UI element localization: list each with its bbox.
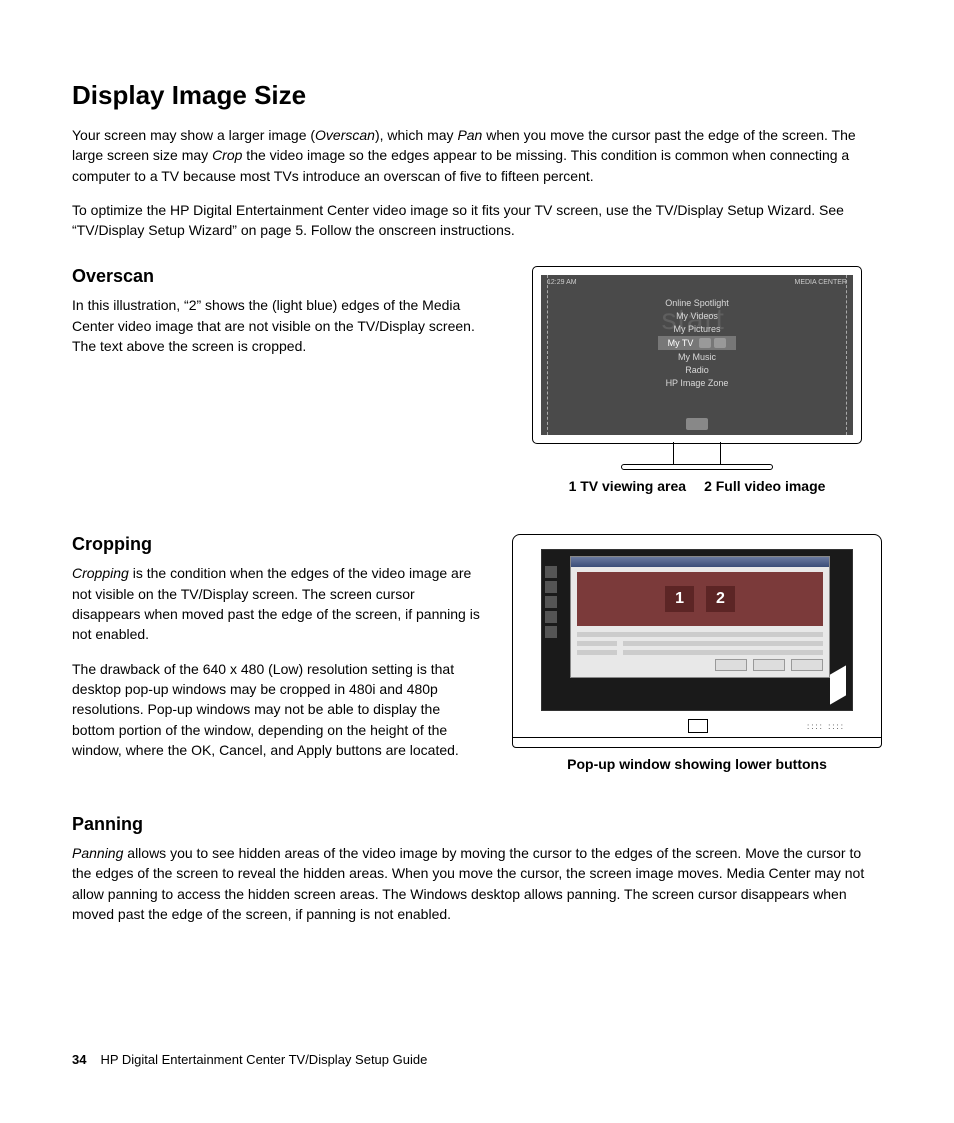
- apply-button: [791, 659, 823, 671]
- tv-icon: [714, 338, 726, 348]
- guide-line: [846, 275, 847, 435]
- menu-item-label: My TV: [668, 338, 694, 348]
- text: Your screen may show a larger image (: [72, 127, 315, 143]
- desktop-icon: [545, 611, 557, 623]
- control-line: [577, 650, 617, 655]
- monitor-neck: [673, 442, 721, 464]
- doc-title: HP Digital Entertainment Center TV/Displ…: [100, 1052, 427, 1067]
- display-preview: 1 2: [577, 572, 823, 626]
- overscan-text: Overscan In this illustration, “2” shows…: [72, 266, 482, 370]
- popup-titlebar: [571, 557, 829, 567]
- intro-paragraph-2: To optimize the HP Digital Entertainment…: [72, 200, 882, 241]
- control-dots: :::: ::::: [807, 722, 845, 731]
- menu-item: My Videos: [676, 310, 718, 322]
- term-overscan: Overscan: [315, 127, 375, 143]
- page-number: 34: [72, 1052, 86, 1067]
- popup-window: 1 2: [570, 556, 830, 678]
- term-panning: Panning: [72, 845, 123, 861]
- menu-icons: [699, 338, 726, 348]
- menu-item: My Music: [678, 351, 716, 363]
- control-line: [577, 632, 823, 637]
- glare-accent: [830, 666, 846, 705]
- cropping-text: Cropping Cropping is the condition when …: [72, 534, 482, 774]
- caption-part-2: 2 Full video image: [704, 478, 825, 494]
- text: ), which may: [375, 127, 457, 143]
- text: is the condition when the edges of the v…: [72, 565, 480, 642]
- screen-brand: MEDIA CENTER: [794, 279, 847, 286]
- menu-item: Online Spotlight: [665, 297, 729, 309]
- panning-paragraph: Panning allows you to see hidden areas o…: [72, 843, 882, 924]
- caption-part-1: 1 TV viewing area: [569, 478, 687, 494]
- hp-logo-icon: [686, 418, 708, 430]
- page-title: Display Image Size: [72, 80, 882, 111]
- term-pan: Pan: [457, 127, 482, 143]
- monitor-illustration: 12:29 AM MEDIA CENTER start Online Spotl…: [532, 266, 862, 470]
- cropping-paragraph-1: Cropping is the condition when the edges…: [72, 563, 482, 644]
- preview-monitor-1: 1: [665, 586, 694, 612]
- menu-item: My Pictures: [673, 323, 720, 335]
- cropping-caption: Pop-up window showing lower buttons: [567, 756, 827, 772]
- menu-item: HP Image Zone: [666, 377, 729, 389]
- panning-heading: Panning: [72, 814, 882, 835]
- desktop-icon: [545, 626, 557, 638]
- cancel-button: [753, 659, 785, 671]
- guide-line: [547, 275, 548, 435]
- crt-illustration: 1 2: [512, 534, 882, 748]
- preview-monitor-2: 2: [706, 586, 735, 612]
- overscan-figure: 12:29 AM MEDIA CENTER start Online Spotl…: [512, 266, 882, 494]
- overscan-heading: Overscan: [72, 266, 482, 287]
- desktop-icon: [545, 566, 557, 578]
- cropping-heading: Cropping: [72, 534, 482, 555]
- power-button-icon: [688, 719, 708, 733]
- menu-item-selected: My TV: [658, 336, 737, 350]
- cropping-figure: 1 2: [512, 534, 882, 772]
- popup-buttons: [715, 659, 823, 671]
- desktop-icons: [545, 566, 557, 638]
- ok-button: [715, 659, 747, 671]
- control-line: [577, 641, 617, 646]
- cropping-paragraph-2: The drawback of the 640 x 480 (Low) reso…: [72, 659, 482, 760]
- menu-item: Radio: [685, 364, 709, 376]
- term-cropping: Cropping: [72, 565, 129, 581]
- overscan-section: Overscan In this illustration, “2” shows…: [72, 266, 882, 494]
- intro-paragraph-1: Your screen may show a larger image (Ove…: [72, 125, 882, 186]
- desktop-icon: [545, 581, 557, 593]
- desktop-icon: [545, 596, 557, 608]
- term-crop: Crop: [212, 147, 242, 163]
- crt-bottom-ridge: [513, 737, 881, 743]
- control-line: [623, 641, 823, 646]
- remote-icon: [699, 338, 711, 348]
- overscan-paragraph: In this illustration, “2” shows the (lig…: [72, 295, 482, 356]
- popup-controls: [577, 632, 823, 671]
- screen-time: 12:29 AM: [547, 279, 577, 286]
- cropping-section: Cropping Cropping is the condition when …: [72, 534, 882, 774]
- overscan-caption: 1 TV viewing area 2 Full video image: [569, 478, 826, 494]
- media-center-menu: Online Spotlight My Videos My Pictures M…: [658, 297, 737, 389]
- text: allows you to see hidden areas of the vi…: [72, 845, 864, 922]
- panning-section: Panning Panning allows you to see hidden…: [72, 814, 882, 924]
- monitor-base: [621, 464, 773, 470]
- document-page: Display Image Size Your screen may show …: [0, 0, 954, 1123]
- control-line: [623, 650, 823, 655]
- page-footer: 34 HP Digital Entertainment Center TV/Dis…: [72, 1052, 427, 1067]
